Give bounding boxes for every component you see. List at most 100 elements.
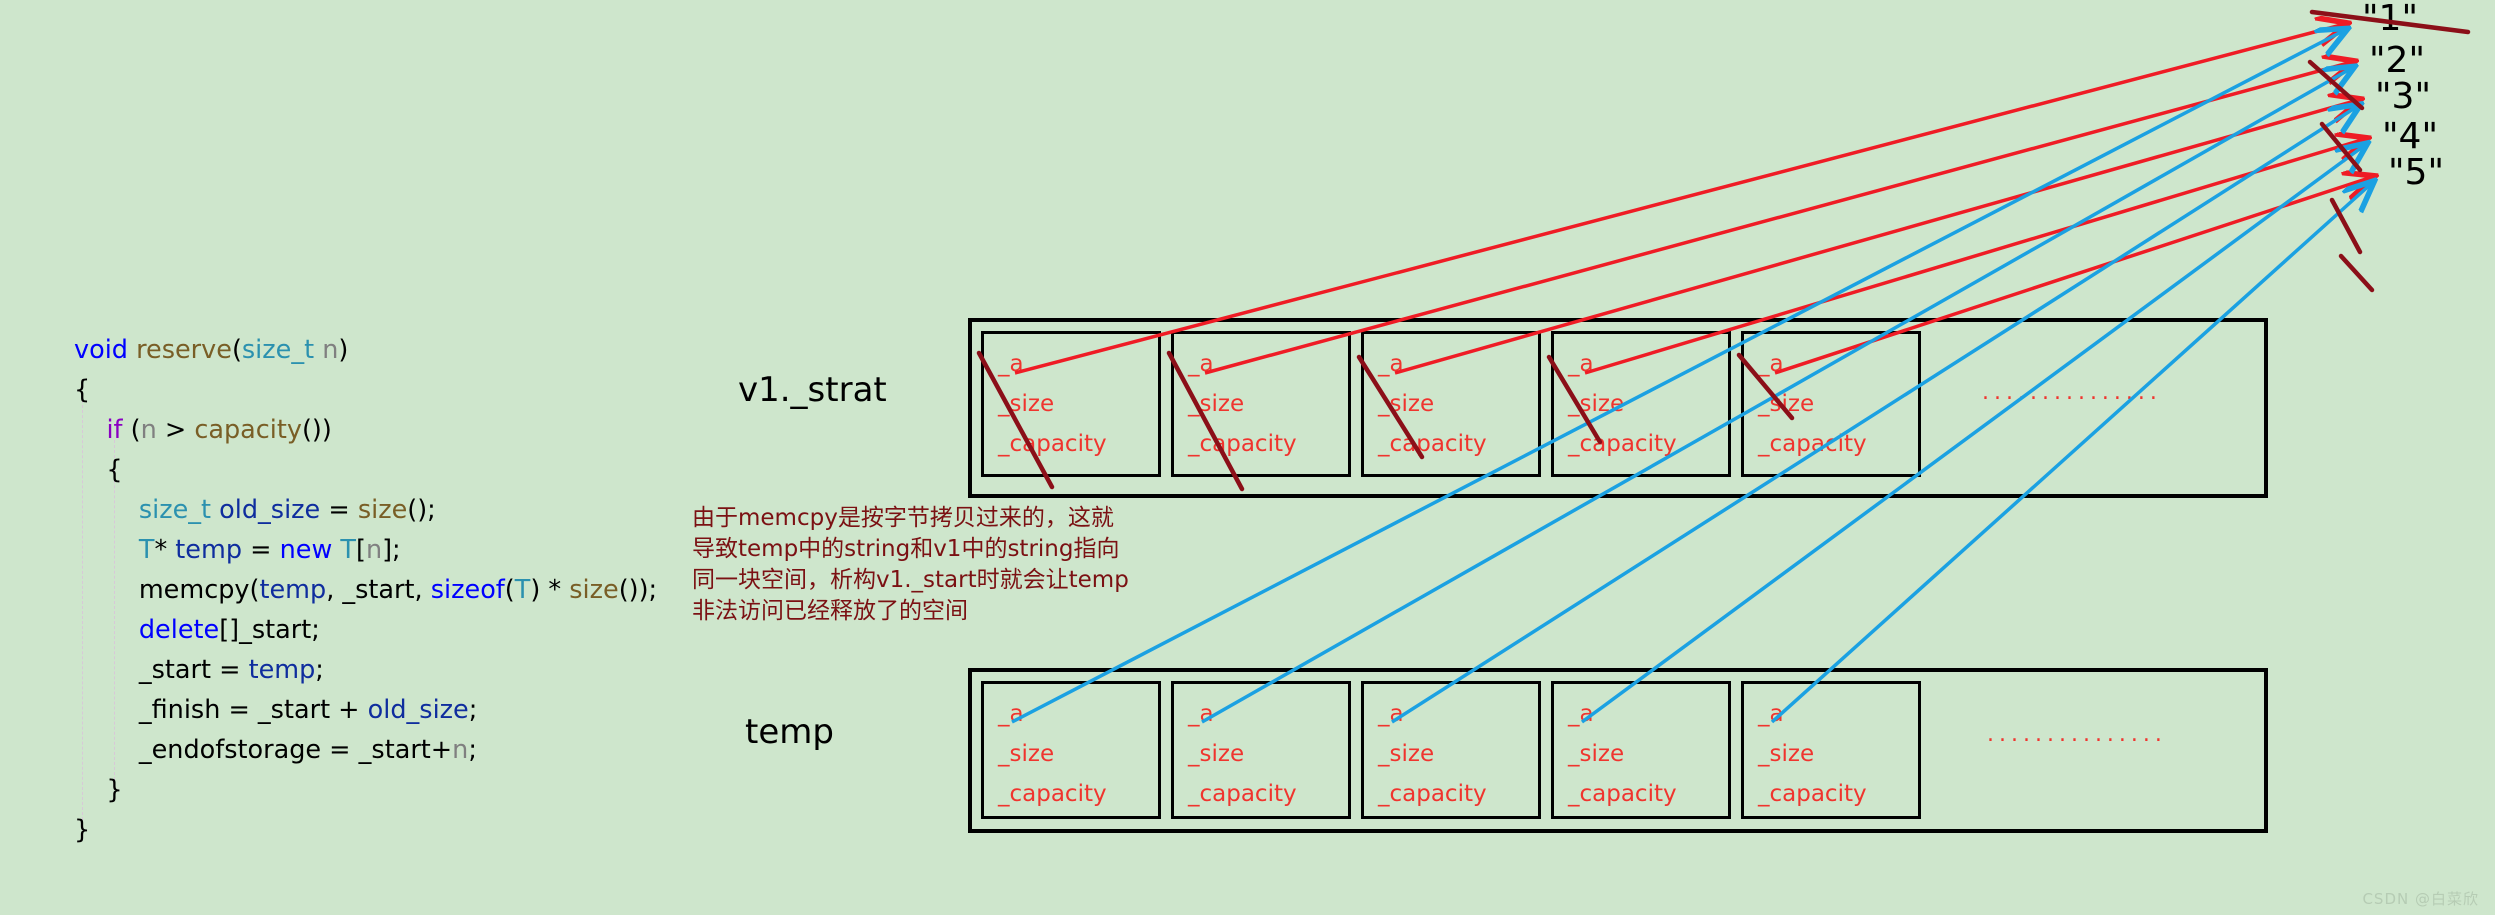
code-token: capacity xyxy=(194,415,302,445)
field-capacity: _capacity xyxy=(1758,431,1867,457)
code-token: > xyxy=(156,415,195,445)
field-a: _a xyxy=(1378,351,1404,377)
field-size: _size xyxy=(1188,741,1245,767)
code-line: T* temp = new T[n]; xyxy=(74,530,657,570)
v1-array-container: _a _size _capacity _a _size _capacity _a… xyxy=(968,318,2268,498)
code-token: ]; xyxy=(382,535,401,565)
code-token: (); xyxy=(407,495,436,525)
code-token: n xyxy=(322,335,339,365)
field-size: _size xyxy=(1378,391,1435,417)
field-a: _a xyxy=(1758,701,1784,727)
code-line: if (n > capacity()) xyxy=(74,410,657,450)
field-capacity: _capacity xyxy=(998,431,1107,457)
field-a: _a xyxy=(1568,351,1594,377)
code-token: ( xyxy=(231,335,242,365)
string-target-5: "5" xyxy=(2388,152,2445,193)
code-token: ( xyxy=(130,415,141,445)
temp-cell: _a _size _capacity xyxy=(1171,681,1351,819)
field-size: _size xyxy=(1378,741,1435,767)
v1-cell: _a _size _capacity xyxy=(1551,331,1731,477)
code-token: size xyxy=(357,495,408,525)
string-target-4: "4" xyxy=(2382,116,2439,157)
code-token: memcpy( xyxy=(74,575,260,605)
code-token: n xyxy=(452,735,469,765)
annotation-line: 同一块空间，析构v1._start时就会让temp xyxy=(692,567,1129,593)
code-snippet: void reserve(size_t n){ if (n > capacity… xyxy=(74,330,657,850)
code-token: new xyxy=(279,535,341,565)
code-token: ()) xyxy=(301,415,332,445)
field-a: _a xyxy=(998,351,1024,377)
code-line: memcpy(temp, _start, sizeof(T) * size())… xyxy=(74,570,657,610)
annotation-line: 导致temp中的string和v1中的string指向 xyxy=(692,536,1120,562)
code-token: } xyxy=(74,815,91,845)
field-size: _size xyxy=(998,741,1055,767)
code-token: { xyxy=(74,375,91,405)
code-token: void xyxy=(74,335,137,365)
string-target-3: "3" xyxy=(2375,76,2432,117)
field-capacity: _capacity xyxy=(1188,781,1297,807)
code-token: []_start; xyxy=(219,615,320,645)
code-token: old_size xyxy=(367,695,469,725)
code-token: sizeof xyxy=(430,575,505,605)
code-token: = xyxy=(320,495,358,525)
code-token: = xyxy=(242,535,280,565)
temp-cell: _a _size _capacity xyxy=(1551,681,1731,819)
field-a: _a xyxy=(1188,351,1214,377)
v1-row-label: v1._strat xyxy=(738,370,887,410)
csdn-watermark: CSDN @白菜欣 xyxy=(2362,890,2479,908)
code-line: } xyxy=(74,770,657,810)
field-capacity: _capacity xyxy=(1758,781,1867,807)
code-token: ()); xyxy=(618,575,658,605)
code-token: * xyxy=(154,535,176,565)
code-token: { xyxy=(74,455,123,485)
code-token: [ xyxy=(355,535,366,565)
code-token: reserve xyxy=(136,335,232,365)
temp-row-label: temp xyxy=(745,712,834,752)
string-target-1: "1" xyxy=(2362,0,2419,39)
field-capacity: _capacity xyxy=(1378,781,1487,807)
temp-cell: _a _size _capacity xyxy=(981,681,1161,819)
code-token: temp xyxy=(175,535,243,565)
field-capacity: _capacity xyxy=(1568,781,1677,807)
code-token: n xyxy=(365,535,383,565)
v1-cell: _a _size _capacity xyxy=(1741,331,1921,477)
annotation-line: 非法访问已经释放了的空间 xyxy=(692,598,968,624)
temp-array-container: _a _size _capacity _a _size _capacity _a… xyxy=(968,668,2268,833)
code-token: _endofstorage = _start+ xyxy=(74,735,453,765)
field-capacity: _capacity xyxy=(998,781,1107,807)
field-size: _size xyxy=(1758,741,1815,767)
code-token: ) * xyxy=(530,575,570,605)
code-token: T xyxy=(514,575,531,605)
code-token: T xyxy=(340,535,356,565)
field-a: _a xyxy=(1758,351,1784,377)
code-token: ; xyxy=(315,655,324,685)
field-a: _a xyxy=(1188,701,1214,727)
temp-cell: _a _size _capacity xyxy=(1361,681,1541,819)
diagram-canvas: void reserve(size_t n){ if (n > capacity… xyxy=(0,0,2495,915)
code-token: temp xyxy=(259,575,327,605)
code-line: _start = temp; xyxy=(74,650,657,690)
code-token: delete xyxy=(138,615,220,645)
code-token: ) xyxy=(338,335,349,365)
field-size: _size xyxy=(998,391,1055,417)
code-token: T xyxy=(138,535,155,565)
code-token: if xyxy=(106,415,131,445)
v1-cell: _a _size _capacity xyxy=(981,331,1161,477)
code-line: size_t old_size = size(); xyxy=(74,490,657,530)
field-capacity: _capacity xyxy=(1378,431,1487,457)
code-line: _endofstorage = _start+n; xyxy=(74,730,657,770)
code-token: old_size xyxy=(219,495,321,525)
field-capacity: _capacity xyxy=(1188,431,1297,457)
field-a: _a xyxy=(998,701,1024,727)
code-token: size_t xyxy=(241,335,323,365)
code-token: _start = xyxy=(74,655,249,685)
code-line: void reserve(size_t n) xyxy=(74,330,657,370)
code-token: n xyxy=(140,415,157,445)
field-size: _size xyxy=(1758,391,1815,417)
string-target-2: "2" xyxy=(2369,40,2426,81)
code-line: { xyxy=(74,370,657,410)
